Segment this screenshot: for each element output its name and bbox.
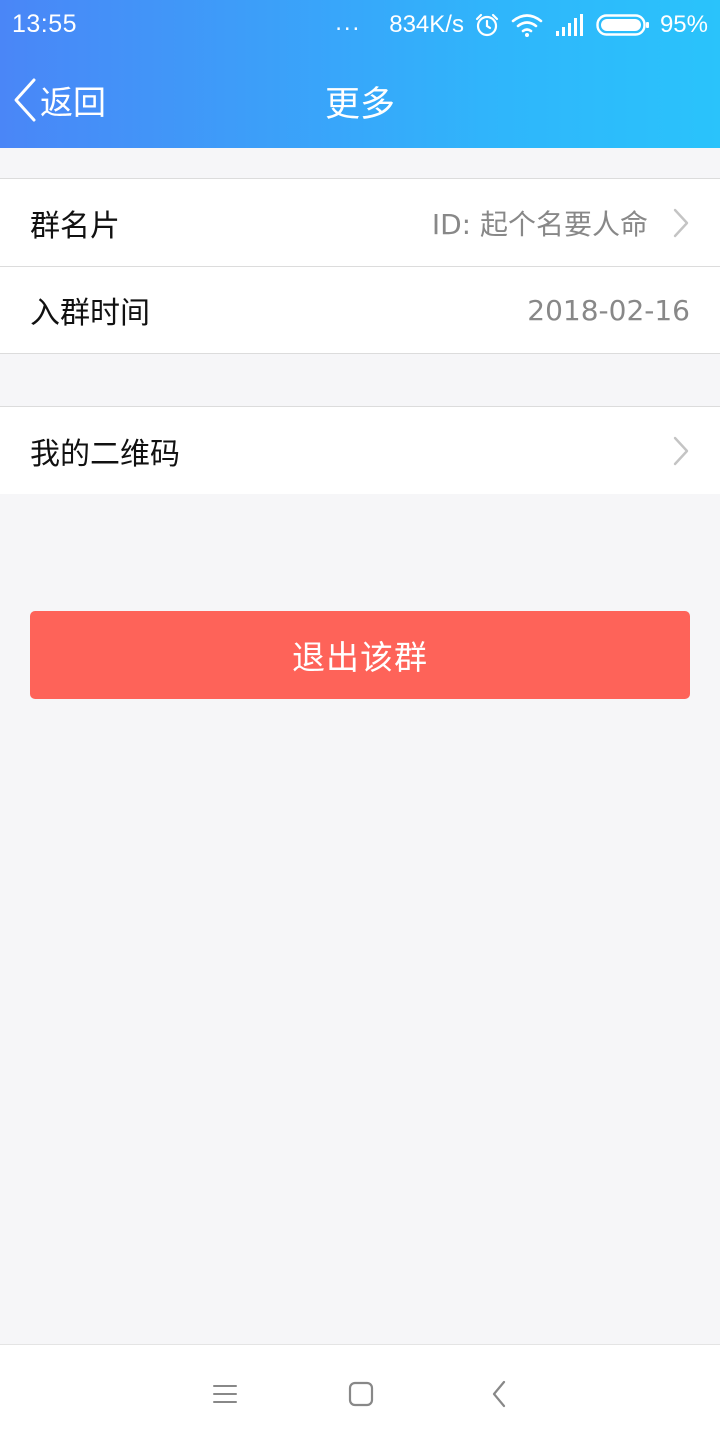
back-icon[interactable]: [484, 1379, 514, 1409]
wifi-icon: [510, 12, 544, 38]
row-my-qrcode[interactable]: 我的二维码: [0, 407, 720, 494]
menu-icon[interactable]: [210, 1379, 240, 1409]
row-label: 群名片: [30, 208, 120, 244]
nav-bar: 返回 更多: [0, 50, 720, 148]
row-label: 我的二维码: [30, 436, 180, 472]
row-join-time: 入群时间 2018-02-16: [0, 266, 720, 353]
battery-icon: [596, 13, 650, 37]
status-icons: ... 834K/s 95%: [335, 8, 708, 42]
page-title: 更多: [324, 85, 395, 125]
home-square-icon[interactable]: [346, 1379, 376, 1409]
row-value: ID: 起个名要人命: [431, 207, 648, 241]
group-card-settings: 群名片 ID: 起个名要人命 入群时间 2018-02-16: [0, 178, 720, 354]
row-group-card[interactable]: 群名片 ID: 起个名要人命: [0, 179, 720, 266]
row-value: 2018-02-16: [527, 293, 690, 327]
status-bar: 13:55 ... 834K/s 95%: [0, 0, 720, 50]
network-speed: 834K/s: [389, 11, 464, 38]
signal-icon: [554, 13, 586, 37]
battery-level: 95%: [659, 11, 708, 38]
chevron-right-icon: [672, 435, 690, 467]
system-nav-bar: [0, 1344, 720, 1441]
alarm-icon: [474, 12, 500, 38]
status-time: 13:55: [12, 10, 78, 38]
notification-dots: ...: [335, 9, 362, 36]
row-label: 入群时间: [30, 296, 150, 331]
chevron-right-icon: [672, 207, 690, 239]
header: 13:55 ... 834K/s 95% 返回 更多: [0, 0, 720, 148]
exit-group-button[interactable]: 退出该群: [30, 611, 690, 699]
group-qrcode: 我的二维码: [0, 406, 720, 494]
